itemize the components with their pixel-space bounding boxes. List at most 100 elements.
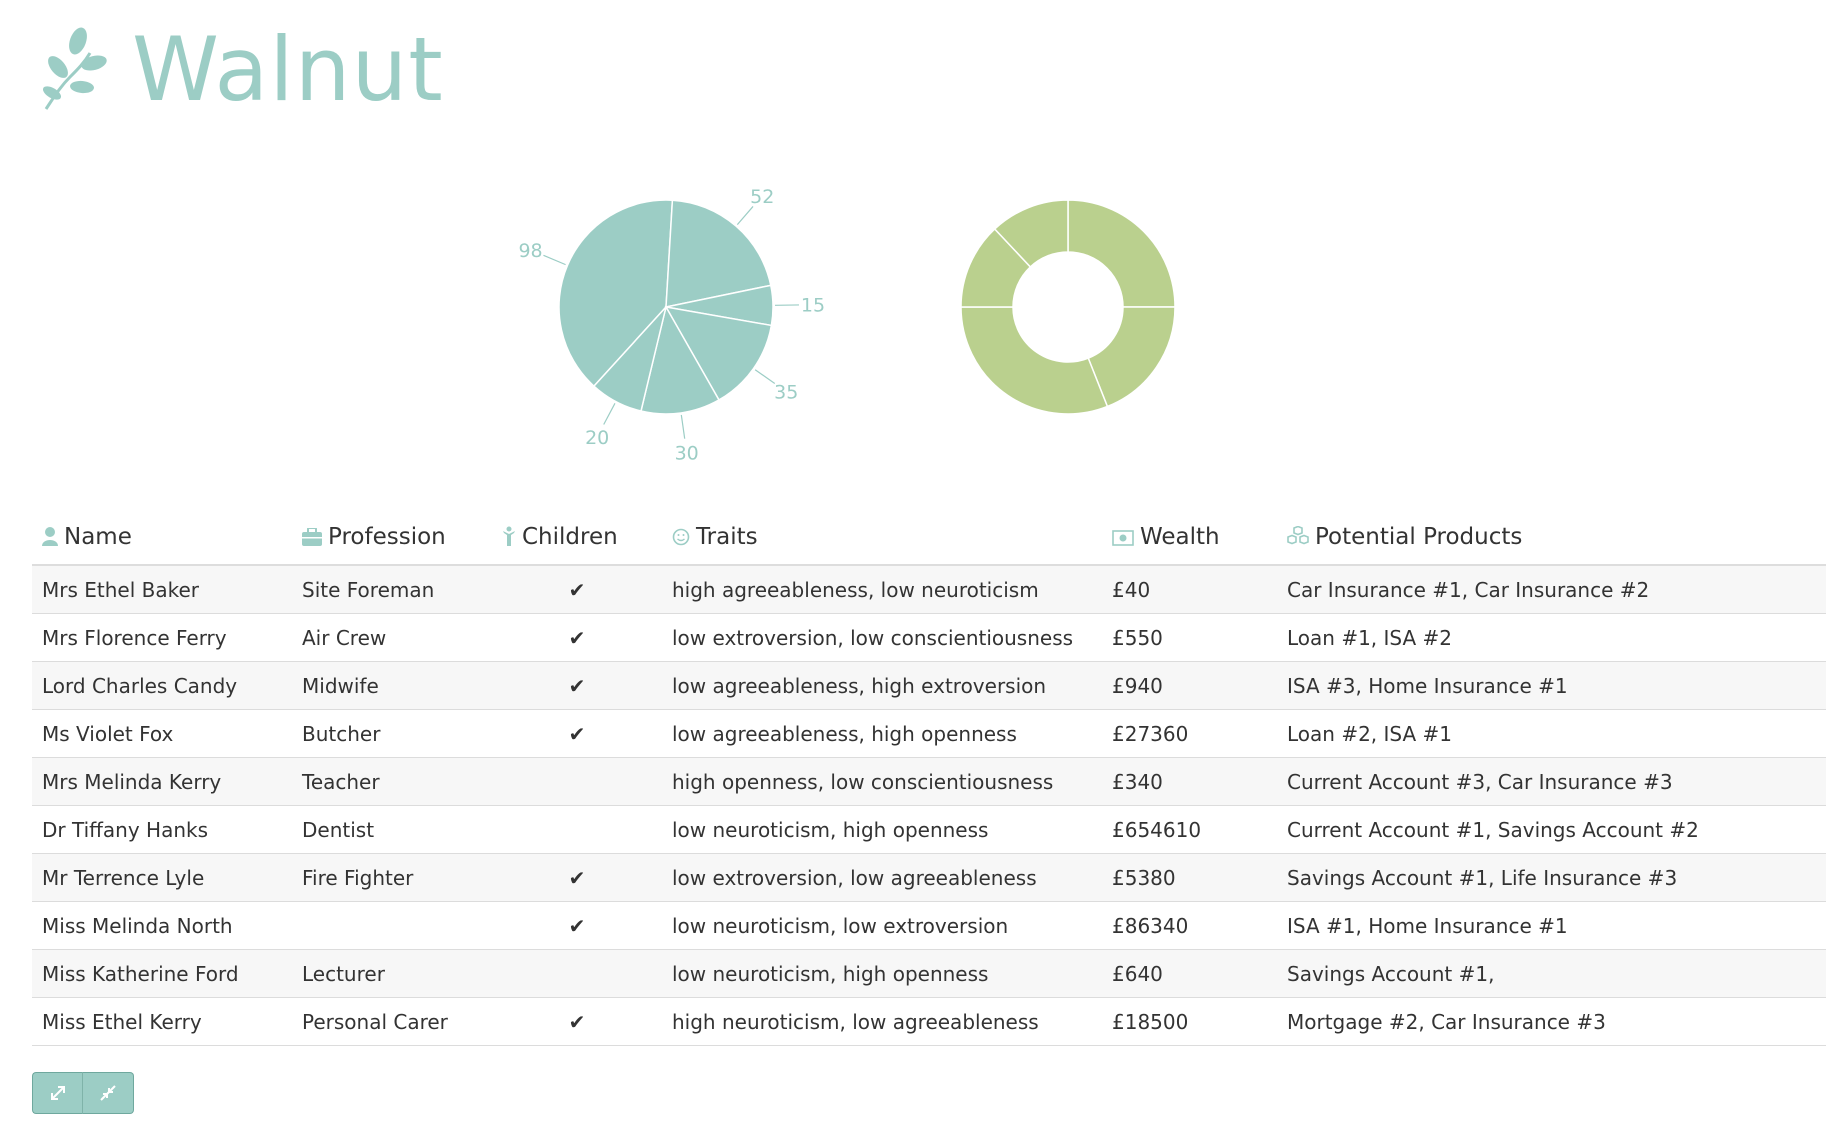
pie-label: 52 [750, 186, 774, 208]
donut-slice[interactable] [1067, 199, 1176, 308]
cell-children: ✔ [492, 997, 662, 1046]
cell-traits: low neuroticism, high openness [662, 805, 1102, 854]
cell-products: Current Account #3, Car Insurance #3 [1277, 757, 1826, 806]
table-row[interactable]: Mrs Florence Ferry Air Crew ✔ low extrovers… [32, 613, 1826, 662]
cell-traits: high neuroticism, low agreeableness [662, 997, 1102, 1046]
cell-profession: Butcher [292, 709, 492, 758]
cell-name: Mrs Melinda Kerry [32, 757, 292, 806]
pie-label: 15 [801, 295, 825, 317]
charts-area: 98 52 15 35 30 20 [0, 150, 1838, 480]
brand: Walnut [40, 26, 444, 114]
donut-slice[interactable] [960, 306, 1109, 415]
table-row[interactable]: Lord Charles Candy Midwife ✔ low agreeablen… [32, 661, 1826, 710]
column-header-name[interactable]: Name [32, 510, 292, 566]
money-icon [1112, 526, 1134, 552]
column-header-children[interactable]: Children [492, 510, 662, 566]
pie-label: 35 [774, 382, 798, 404]
table-tools [32, 1072, 134, 1114]
smiley-icon [672, 526, 690, 552]
cell-wealth: £654610 [1102, 805, 1277, 854]
table-row[interactable]: Mr Terrence Lyle Fire Fighter ✔ low extrove… [32, 853, 1826, 902]
cell-traits: low neuroticism, low extroversion [662, 901, 1102, 950]
pie-label: 30 [675, 443, 699, 465]
cell-products: ISA #1, Home Insurance #1 [1277, 901, 1826, 950]
cell-traits: low agreeableness, high openness [662, 709, 1102, 758]
cell-wealth: £940 [1102, 661, 1277, 710]
table-row[interactable]: Dr Tiffany Hanks Dentist low neuroticism, … [32, 805, 1826, 854]
briefcase-icon [302, 526, 322, 552]
header-label: Name [64, 524, 132, 550]
pie-leader-line [680, 414, 686, 439]
header-label: Children [522, 524, 618, 550]
pie-label: 98 [518, 240, 542, 262]
compress-button[interactable] [83, 1072, 134, 1114]
cell-products: Current Account #1, Savings Account #2 [1277, 805, 1826, 854]
header-label: Potential Products [1315, 524, 1523, 550]
cell-profession: Fire Fighter [292, 853, 492, 902]
cell-children: ✔ [492, 565, 662, 614]
cell-traits: low neuroticism, high openness [662, 949, 1102, 998]
cell-profession: Teacher [292, 757, 492, 806]
cell-name: Miss Katherine Ford [32, 949, 292, 998]
cell-wealth: £5380 [1102, 853, 1277, 902]
cell-products: Loan #1, ISA #2 [1277, 613, 1826, 662]
table-row[interactable]: Miss Katherine Ford Lecturer low neurotici… [32, 949, 1826, 998]
leaf-logo-icon [42, 27, 107, 110]
pie-leader-line [754, 369, 776, 385]
user-icon [42, 526, 58, 552]
cell-children [492, 949, 662, 998]
cell-traits: low agreeableness, high extroversion [662, 661, 1102, 710]
cell-children: ✔ [492, 853, 662, 902]
column-header-products[interactable]: Potential Products [1277, 510, 1826, 566]
cell-traits: low extroversion, low agreeableness [662, 853, 1102, 902]
table-row[interactable]: Miss Ethel Kerry Personal Carer ✔ high neur… [32, 997, 1826, 1046]
cell-profession: Personal Carer [292, 997, 492, 1046]
cell-wealth: £40 [1102, 565, 1277, 614]
cell-children: ✔ [492, 613, 662, 662]
cell-wealth: £640 [1102, 949, 1277, 998]
brand-name: Walnut [132, 18, 444, 121]
cell-children [492, 757, 662, 806]
cell-traits: low extroversion, low conscientiousness [662, 613, 1102, 662]
cell-wealth: £86340 [1102, 901, 1277, 950]
cell-name: Mrs Ethel Baker [32, 565, 292, 614]
pie-label: 20 [585, 427, 609, 449]
header-label: Traits [696, 524, 758, 550]
cell-name: Ms Violet Fox [32, 709, 292, 758]
cell-traits: high openness, low conscientiousness [662, 757, 1102, 806]
table-row[interactable]: Mrs Ethel Baker Site Foreman ✔ high agreeab… [32, 565, 1826, 614]
cell-name: Miss Melinda North [32, 901, 292, 950]
cell-children: ✔ [492, 709, 662, 758]
cell-wealth: £27360 [1102, 709, 1277, 758]
cell-name: Lord Charles Candy [32, 661, 292, 710]
cell-profession: Lecturer [292, 949, 492, 998]
cell-products: Savings Account #1, Life Insurance #3 [1277, 853, 1826, 902]
child-icon [502, 526, 516, 552]
expand-icon [50, 1086, 65, 1100]
cell-wealth: £340 [1102, 757, 1277, 806]
cell-profession [292, 901, 492, 950]
cell-profession: Dentist [292, 805, 492, 854]
cell-name: Mr Terrence Lyle [32, 853, 292, 902]
cell-profession: Site Foreman [292, 565, 492, 614]
column-header-wealth[interactable]: Wealth [1102, 510, 1277, 566]
cell-children: ✔ [492, 661, 662, 710]
column-header-profession[interactable]: Profession [292, 510, 492, 566]
header-label: Profession [328, 524, 446, 550]
column-header-traits[interactable]: Traits [662, 510, 1102, 566]
cell-children: ✔ [492, 901, 662, 950]
cell-traits: high agreeableness, low neuroticism [662, 565, 1102, 614]
cell-name: Dr Tiffany Hanks [32, 805, 292, 854]
table-row[interactable]: Ms Violet Fox Butcher ✔ low agreeableness, … [32, 709, 1826, 758]
compress-icon [100, 1085, 116, 1101]
table-body: Mrs Ethel Baker Site Foreman ✔ high agreeab… [32, 565, 1826, 1046]
cell-products: Savings Account #1, [1277, 949, 1826, 998]
cell-children [492, 805, 662, 854]
cell-products: Loan #2, ISA #1 [1277, 709, 1826, 758]
cell-products: Mortgage #2, Car Insurance #3 [1277, 997, 1826, 1046]
expand-button[interactable] [32, 1072, 83, 1114]
table-row[interactable]: Mrs Melinda Kerry Teacher high openness, l… [32, 757, 1826, 806]
charts-svg: 98 52 15 35 30 20 [518, 186, 1176, 465]
cell-wealth: £550 [1102, 613, 1277, 662]
table-row[interactable]: Miss Melinda North ✔ low neuroticism, low … [32, 901, 1826, 950]
